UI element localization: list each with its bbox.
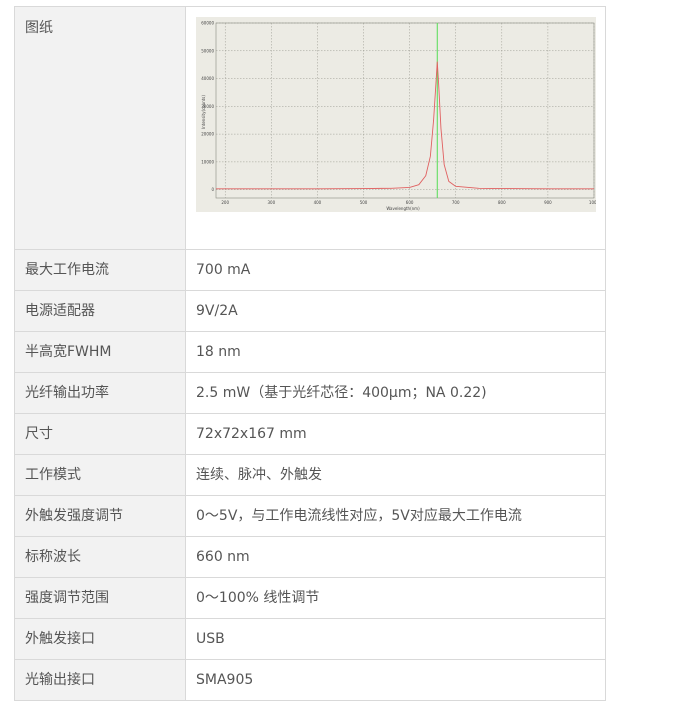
row-label: 光纤输出功率 <box>14 372 186 414</box>
row-value: 9V/2A <box>185 290 606 332</box>
row-value: 72x72x167 mm <box>185 413 606 455</box>
x-tick-label: 200 <box>221 200 229 205</box>
row-value: 0～100% 线性调节 <box>185 577 606 619</box>
x-tick-label: 400 <box>314 200 322 205</box>
row-value: USB <box>185 618 606 660</box>
row-label: 光输出接口 <box>14 659 186 701</box>
row-value: 连续、脉冲、外触发 <box>185 454 606 496</box>
x-tick-label: 300 <box>267 200 275 205</box>
x-tick-label: 500 <box>360 200 368 205</box>
plot-area <box>216 23 594 198</box>
drawing-cell: 2003004005006007008009001000010000200003… <box>185 6 606 250</box>
table-row: 最大工作电流 700 mA <box>14 249 606 291</box>
table-row: 光纤输出功率 2.5 mW（基于光纤芯径：400μm；NA 0.22) <box>14 372 606 414</box>
spectrum-plot: 2003004005006007008009001000010000200003… <box>201 21 596 212</box>
y-tick-label: 10000 <box>201 159 214 164</box>
table-row: 半高宽FWHM 18 nm <box>14 331 606 373</box>
table-row: 尺寸 72x72x167 mm <box>14 413 606 455</box>
row-label: 半高宽FWHM <box>14 331 186 373</box>
x-tick-label: 1000 <box>589 200 596 205</box>
y-tick-label: 20000 <box>201 132 214 137</box>
row-label: 尺寸 <box>14 413 186 455</box>
spec-table: 图纸 2003004005006007008009001000010000200… <box>14 6 606 701</box>
row-label: 工作模式 <box>14 454 186 496</box>
row-value: 0～5V，与工作电流线性对应，5V对应最大工作电流 <box>185 495 606 537</box>
x-tick-label: 600 <box>406 200 414 205</box>
row-label: 外触发接口 <box>14 618 186 660</box>
x-tick-label: 800 <box>498 200 506 205</box>
table-row: 外触发强度调节 0～5V，与工作电流线性对应，5V对应最大工作电流 <box>14 495 606 537</box>
table-row: 强度调节范围 0～100% 线性调节 <box>14 577 606 619</box>
y-tick-label: 60000 <box>201 21 214 26</box>
x-tick-label: 900 <box>544 200 552 205</box>
table-row: 光输出接口 SMA905 <box>14 659 606 701</box>
row-value: 2.5 mW（基于光纤芯径：400μm；NA 0.22) <box>185 372 606 414</box>
y-tick-label: 50000 <box>201 48 214 53</box>
table-row: 外触发接口 USB <box>14 618 606 660</box>
spectrum-chart: 2003004005006007008009001000010000200003… <box>196 17 596 212</box>
table-row: 标称波长 660 nm <box>14 536 606 578</box>
x-axis-title: Wavelength(nm) <box>386 206 420 211</box>
row-label: 强度调节范围 <box>14 577 186 619</box>
row-label: 电源适配器 <box>14 290 186 332</box>
row-label: 图纸 <box>14 6 186 250</box>
row-value: 18 nm <box>185 331 606 373</box>
y-tick-label: 40000 <box>201 76 214 81</box>
x-tick-label: 700 <box>452 200 460 205</box>
row-value: 700 mA <box>185 249 606 291</box>
table-row: 工作模式 连续、脉冲、外触发 <box>14 454 606 496</box>
row-label: 外触发强度调节 <box>14 495 186 537</box>
row-label: 标称波长 <box>14 536 186 578</box>
row-value: 660 nm <box>185 536 606 578</box>
table-row: 图纸 2003004005006007008009001000010000200… <box>14 6 606 250</box>
row-label: 最大工作电流 <box>14 249 186 291</box>
y-axis-title: Intensity(counts) <box>201 95 206 129</box>
table-row: 电源适配器 9V/2A <box>14 290 606 332</box>
y-tick-label: 0 <box>211 187 214 192</box>
row-value: SMA905 <box>185 659 606 701</box>
